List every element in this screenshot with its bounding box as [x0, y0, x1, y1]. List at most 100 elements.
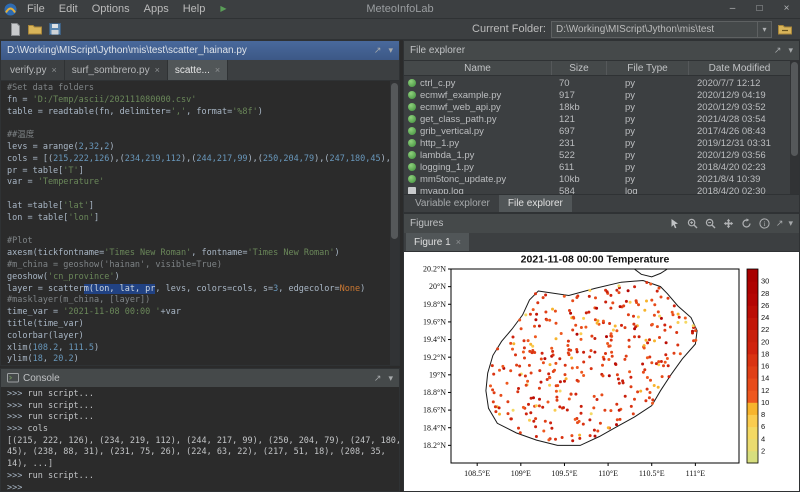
file-type: log [607, 186, 689, 195]
svg-text:20: 20 [761, 337, 769, 346]
column-header-name[interactable]: Name [404, 61, 552, 75]
float-panel-icon[interactable]: ↗ [374, 374, 382, 383]
close-icon[interactable]: × [456, 237, 461, 247]
file-name: myapp.log [420, 186, 464, 195]
float-panel-icon[interactable]: ↗ [776, 219, 784, 228]
figure-svg: 2021-11-08 00:00 Temperature20.2°N20°N19… [404, 252, 800, 492]
code-line: lon = table['lon'] [7, 213, 390, 225]
code-line: axesm(tickfontname='Times New Roman', fo… [7, 248, 390, 260]
code-area[interactable]: #Set data foldersfn = 'D:/Temp/ascii/202… [1, 81, 390, 365]
pan-icon[interactable] [722, 217, 735, 230]
figure-tab[interactable]: Figure 1 × [406, 233, 469, 251]
hide-panel-icon[interactable]: ▾ [388, 374, 393, 383]
hide-panel-icon[interactable]: ▾ [788, 46, 793, 55]
svg-text:14: 14 [761, 374, 769, 383]
select-cursor-icon[interactable] [668, 217, 681, 230]
column-header-date-modified[interactable]: Date Modified [689, 61, 790, 75]
file-date: 2020/12/9 03:56 [689, 150, 790, 161]
open-folder-icon[interactable] [25, 20, 45, 38]
tab-label: verify.py [10, 65, 47, 76]
close-icon[interactable]: × [52, 65, 57, 75]
code-line: #Plot [7, 236, 390, 248]
code-line [7, 225, 390, 237]
svg-text:30: 30 [761, 277, 769, 286]
file-row[interactable]: ctrl_c.py70py2020/7/7 12:12 [404, 77, 790, 89]
svg-text:10: 10 [761, 398, 769, 407]
column-header-size[interactable]: Size [552, 61, 607, 75]
figure-tab-label: Figure 1 [414, 237, 451, 248]
python-file-icon [408, 115, 416, 123]
tab-file-explorer[interactable]: File explorer [499, 195, 572, 212]
file-row[interactable]: http_1.py231py2019/12/31 03:31 [404, 137, 790, 149]
file-row[interactable]: ecmwf_example.py917py2020/12/9 04:19 [404, 89, 790, 101]
maximize-button[interactable]: □ [746, 0, 773, 19]
zoom-in-icon[interactable] [686, 217, 699, 230]
file-explorer-panel: File explorer ↗ ▾ NameSizeFile TypeDate … [403, 40, 800, 213]
file-explorer-scrollbar-thumb[interactable] [791, 62, 798, 156]
svg-text:19.2°N: 19.2°N [423, 353, 446, 362]
editor-tab[interactable]: scatte... × [168, 60, 228, 80]
file-date: 2018/4/20 02:30 [689, 186, 790, 195]
hide-panel-icon[interactable]: ▾ [388, 46, 393, 55]
float-panel-icon[interactable]: ↗ [774, 46, 782, 55]
editor-tab[interactable]: verify.py × [3, 60, 65, 80]
close-icon[interactable]: × [215, 65, 220, 75]
save-icon[interactable] [45, 20, 65, 38]
close-button[interactable]: × [773, 0, 800, 19]
info-icon[interactable]: i [758, 217, 771, 230]
code-line: pr = table['T'] [7, 166, 390, 178]
menu-help[interactable]: Help [176, 0, 213, 18]
column-header-file-type[interactable]: File Type [607, 61, 689, 75]
file-row[interactable]: get_class_path.py121py2021/4/28 03:54 [404, 113, 790, 125]
horizontal-splitter[interactable] [0, 366, 400, 368]
figure-canvas[interactable]: 2021-11-08 00:00 Temperature20.2°N20°N19… [404, 252, 799, 491]
tab-variable-explorer[interactable]: Variable explorer [406, 195, 499, 212]
file-explorer-scrollbar [790, 60, 799, 194]
console-output[interactable]: >>> run script...>>> run script...>>> ru… [1, 387, 399, 491]
menu-apps[interactable]: Apps [137, 0, 176, 18]
zoom-out-icon[interactable] [704, 217, 717, 230]
code-line: layer = scatterm(lon, lat, pr, levs, col… [7, 284, 390, 296]
file-name-cell: logging_1.py [404, 162, 552, 173]
editor-tab[interactable]: surf_sombrero.py× [65, 60, 168, 80]
file-row[interactable]: logging_1.py611py2018/4/20 02:23 [404, 161, 790, 173]
tab-label: scatte... [175, 65, 210, 76]
minimize-button[interactable]: – [719, 0, 746, 19]
console-title: Console [23, 373, 60, 384]
menu-file[interactable]: File [20, 0, 52, 18]
menu-edit[interactable]: Edit [52, 0, 85, 18]
new-file-icon[interactable] [5, 20, 25, 38]
console-line: >>> cols [7, 424, 399, 436]
svg-text:110.5°E: 110.5°E [639, 469, 665, 478]
hide-panel-icon[interactable]: ▾ [788, 219, 793, 228]
svg-text:18.6°N: 18.6°N [423, 406, 446, 415]
run-script-icon[interactable]: ▶ [220, 0, 226, 18]
svg-text:26: 26 [761, 301, 769, 310]
figure-title: 2021-11-08 00:00 Temperature [521, 254, 670, 266]
rotate-icon[interactable] [740, 217, 753, 230]
chevron-down-icon[interactable]: ▾ [757, 22, 771, 37]
file-row[interactable]: ecmwf_web_api.py18kbpy2020/12/9 03:52 [404, 101, 790, 113]
file-row[interactable]: lambda_1.py522py2020/12/9 03:56 [404, 149, 790, 161]
figure-toolbar: i ↗ ▾ [668, 217, 793, 230]
browse-folder-button[interactable] [775, 20, 795, 38]
float-panel-icon[interactable]: ↗ [374, 46, 382, 55]
file-date: 2020/12/9 04:19 [689, 90, 790, 101]
file-row[interactable]: mm5tonc_update.py10kbpy2021/8/4 10:39 [404, 173, 790, 185]
meteoinfolab-window: FileEditOptionsAppsHelp ▶ MeteoInfoLab –… [0, 0, 800, 492]
file-row[interactable]: grib_vertical.py697py2017/4/26 08:43 [404, 125, 790, 137]
svg-text:109°E: 109°E [511, 469, 531, 478]
file-date: 2020/12/9 03:52 [689, 102, 790, 113]
file-type: py [607, 78, 689, 89]
editor-scrollbar-thumb[interactable] [391, 83, 398, 239]
current-folder-input[interactable] [552, 22, 757, 37]
file-explorer-title: File explorer [410, 45, 465, 56]
file-name: get_class_path.py [420, 114, 497, 125]
code-line: xlim(108.2, 111.5) [7, 343, 390, 355]
menu-options[interactable]: Options [85, 0, 137, 18]
file-type: py [607, 138, 689, 149]
close-icon[interactable]: × [155, 65, 160, 75]
file-explorer-header: File explorer ↗ ▾ [404, 41, 799, 60]
console-icon [7, 373, 19, 383]
file-row[interactable]: myapp.log584log2018/4/20 02:30 [404, 185, 790, 194]
